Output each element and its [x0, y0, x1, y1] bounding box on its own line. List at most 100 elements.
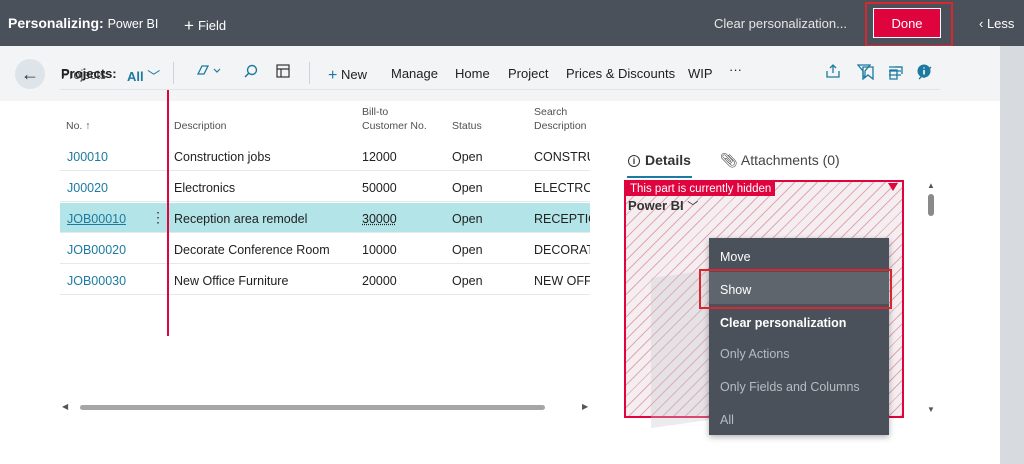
cell-search-description: NEW OFFICE FURNITURE: [534, 274, 590, 288]
menu-item-only-actions[interactable]: Only Actions: [720, 347, 789, 361]
paperclip-icon: 📎︎: [720, 152, 741, 168]
divider: [309, 62, 310, 84]
cell-bill-to: 50000: [362, 181, 397, 195]
add-field-button[interactable]: + Field: [184, 15, 226, 35]
manage-menu[interactable]: Manage: [391, 66, 438, 81]
horizontal-scrollbar[interactable]: ◀ ▶: [62, 402, 592, 412]
cell-status: Open: [452, 243, 483, 257]
cell-no[interactable]: J00020: [67, 181, 108, 195]
personalization-column-marker: [167, 90, 169, 336]
copilot-icon[interactable]: [196, 64, 224, 81]
power-bi-title-label: Power BI: [628, 198, 684, 213]
tab-details[interactable]: i Details: [628, 152, 691, 168]
wip-menu[interactable]: WIP: [688, 66, 713, 81]
less-label: Less: [986, 16, 1015, 31]
table-row[interactable]: J00020 Electronics 50000 Open ELECTRONIC…: [60, 172, 590, 202]
personalizing-target: Power BI: [107, 17, 159, 31]
clear-personalization-button[interactable]: Clear personalization...: [714, 16, 847, 31]
chevron-down-icon: ﹀: [147, 69, 161, 84]
cell-no[interactable]: JOB00020: [67, 243, 126, 257]
tab-details-label: Details: [645, 152, 691, 168]
scroll-right-icon[interactable]: ▶: [582, 402, 588, 411]
divider: [173, 62, 174, 84]
column-header-bill-to-line2: Customer No.: [362, 120, 427, 132]
power-bi-title[interactable]: Power BI ﹀: [628, 198, 698, 214]
cell-description: Decorate Conference Room: [174, 243, 330, 257]
cell-search-description: DECORATE CONFERENCE ROOM: [534, 243, 590, 257]
chevron-left-icon: ‹: [979, 16, 987, 31]
background-strip: [1000, 46, 1024, 464]
part-marker-icon: [888, 183, 898, 191]
row-actions-icon[interactable]: ⋮: [151, 209, 165, 226]
cell-no[interactable]: JOB00030: [67, 274, 126, 288]
tab-attachments[interactable]: 📎︎ Attachments (0): [720, 152, 840, 169]
cell-no[interactable]: JOB00010: [67, 212, 126, 226]
cell-status: Open: [452, 150, 483, 164]
part-context-menu: Move Show Clear personalization Only Act…: [709, 238, 889, 435]
info-icon[interactable]: [917, 64, 931, 81]
projects-label: Projects:: [61, 66, 117, 81]
column-header-description[interactable]: Description: [174, 119, 227, 133]
cell-bill-to: 12000: [362, 150, 397, 164]
share-icon[interactable]: [826, 64, 840, 81]
cell-status: Open: [452, 274, 483, 288]
search-icon[interactable]: [244, 64, 258, 81]
tab-attachments-label: Attachments (0): [740, 152, 840, 168]
column-header-status[interactable]: Status: [452, 119, 482, 133]
cell-search-description: RECEPTION AREA REMODEL: [534, 212, 590, 226]
cell-bill-to[interactable]: 30000: [362, 212, 397, 226]
cell-bill-to: 10000: [362, 243, 397, 257]
cell-description: New Office Furniture: [174, 274, 289, 288]
list-view-icon[interactable]: [888, 64, 902, 81]
column-header-bill-to-line1: Bill-to: [362, 106, 389, 118]
cell-description: Reception area remodel: [174, 212, 308, 226]
less-button[interactable]: ‹ Less: [979, 16, 1014, 31]
scroll-up-icon[interactable]: ▲: [927, 181, 935, 190]
column-header-search-line2: Description: [534, 120, 587, 132]
cell-status: Open: [452, 181, 483, 195]
table-row[interactable]: JOB00030 New Office Furniture 20000 Open…: [60, 265, 590, 295]
action-bar: Projects: All ﹀ + New Manage Home Projec…: [60, 58, 940, 88]
view-filter-all[interactable]: All ﹀: [127, 66, 160, 85]
cell-search-description: ELECTRONICS: [534, 181, 590, 195]
scroll-thumb[interactable]: [80, 405, 545, 410]
cell-status: Open: [452, 212, 483, 226]
home-menu[interactable]: Home: [455, 66, 490, 81]
prices-discounts-menu[interactable]: Prices & Discounts: [566, 66, 675, 81]
new-label: New: [340, 67, 367, 82]
layout-icon[interactable]: [276, 64, 290, 81]
cell-search-description: CONSTRUCTION JOBS: [534, 150, 590, 164]
personalizing-label: Personalizing:: [8, 15, 104, 31]
menu-item-all[interactable]: All: [720, 413, 734, 427]
done-button[interactable]: Done: [873, 8, 941, 38]
column-header-no[interactable]: No. ↑: [66, 119, 91, 133]
cell-description: Electronics: [174, 181, 236, 195]
scroll-left-icon[interactable]: ◀: [62, 402, 68, 411]
new-button[interactable]: + New: [328, 66, 367, 84]
table-row[interactable]: JOB00020 Decorate Conference Room 10000 …: [60, 234, 590, 264]
cell-bill-to: 20000: [362, 274, 397, 288]
plus-icon: +: [184, 16, 194, 35]
filter-icon[interactable]: [856, 64, 872, 81]
table-row[interactable]: J00010 Construction jobs 12000 Open CONS…: [60, 141, 590, 171]
menu-item-only-fields-columns[interactable]: Only Fields and Columns: [720, 380, 860, 394]
hidden-part-label: This part is currently hidden: [626, 182, 776, 196]
arrow-left-icon: ←: [21, 63, 39, 84]
scroll-down-icon[interactable]: ▼: [927, 405, 935, 414]
chevron-down-icon: ﹀: [687, 201, 699, 213]
cell-description: Construction jobs: [174, 150, 271, 164]
project-menu[interactable]: Project: [508, 66, 548, 81]
back-button[interactable]: ←: [15, 59, 45, 89]
cell-no[interactable]: J00010: [67, 150, 108, 164]
view-filter-label: All: [127, 69, 144, 84]
table-row-selected[interactable]: JOB00010 ⋮ Reception area remodel 30000 …: [60, 203, 590, 233]
vertical-scroll-thumb[interactable]: [928, 194, 934, 216]
info-icon: i: [628, 155, 640, 167]
show-highlight-box: [699, 269, 892, 309]
column-header-search-description[interactable]: Search Description: [534, 105, 587, 133]
menu-item-move[interactable]: Move: [720, 250, 751, 264]
column-header-search-line1: Search: [534, 106, 568, 118]
add-field-label: Field: [197, 18, 227, 33]
column-header-bill-to[interactable]: Bill-to Customer No.: [362, 105, 427, 133]
more-options-icon[interactable]: ···: [729, 62, 742, 77]
